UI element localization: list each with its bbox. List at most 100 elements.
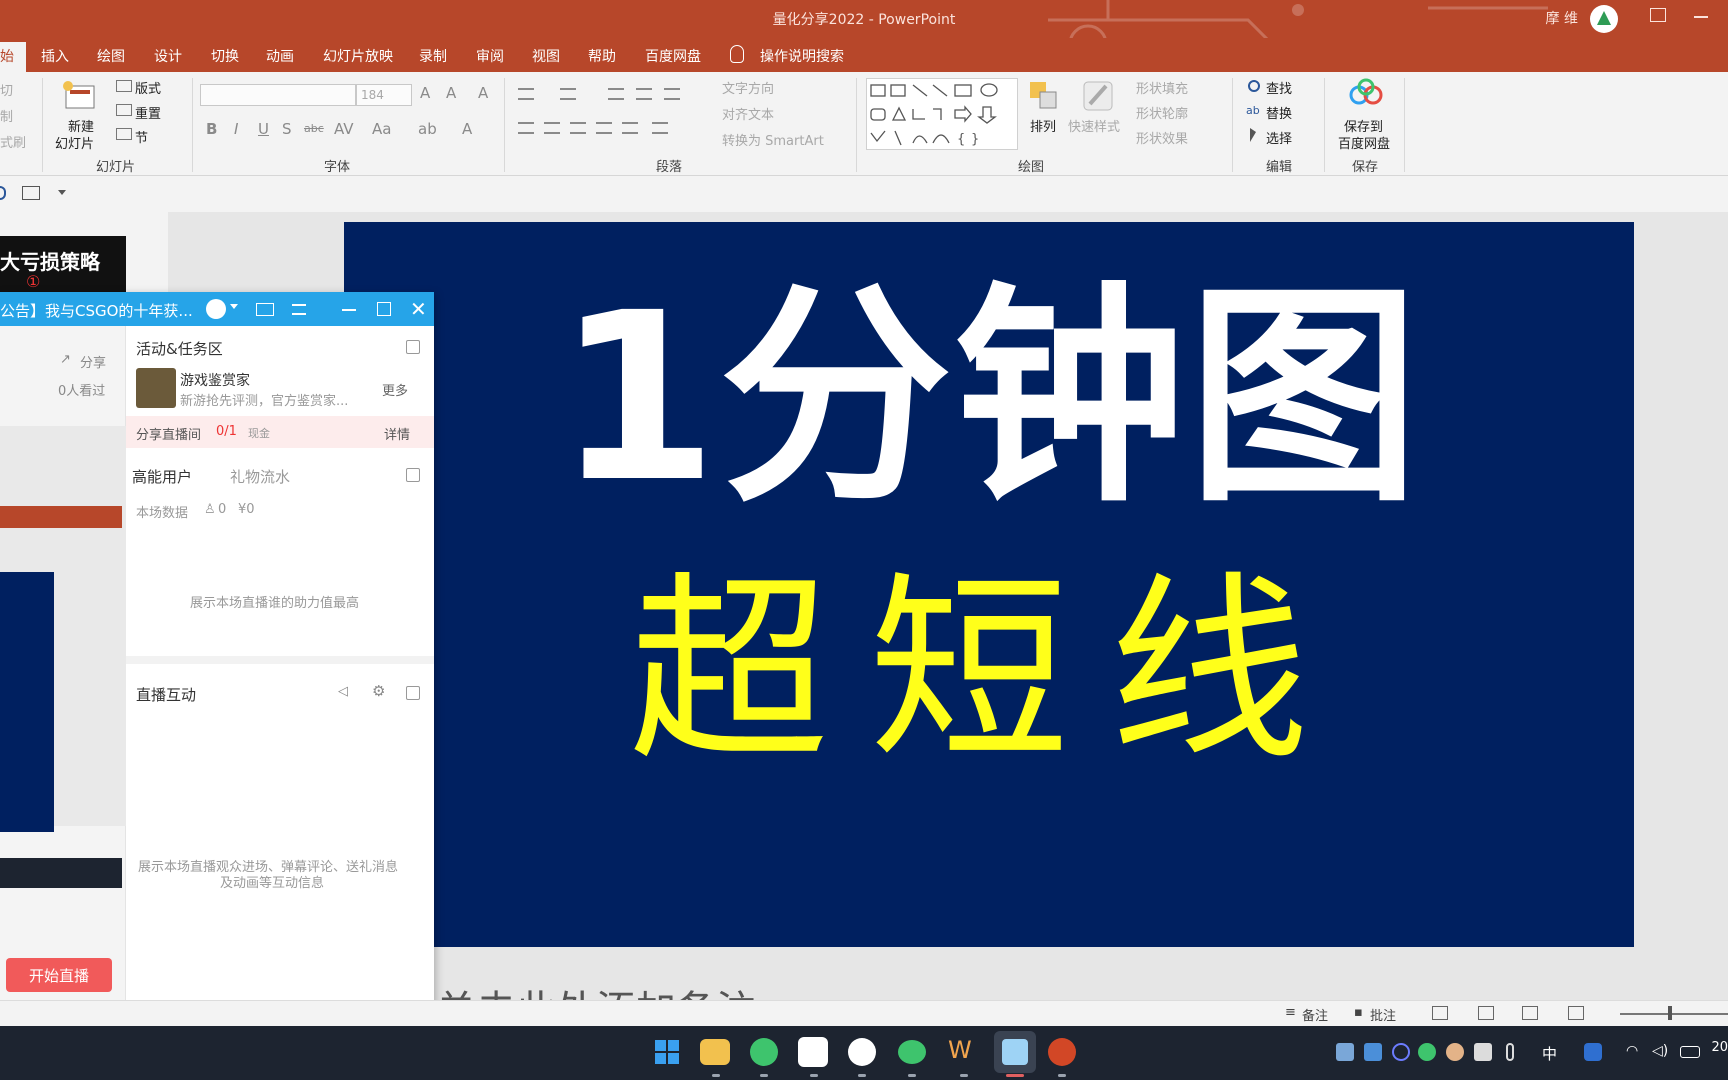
browser-icon[interactable] <box>750 1038 778 1066</box>
grow-font-icon[interactable]: A <box>420 84 430 102</box>
slide-subheadline[interactable]: 超短线 <box>344 572 1634 772</box>
select-button[interactable]: 选择 <box>1266 128 1292 147</box>
volume-icon[interactable]: ◁) <box>1652 1043 1668 1059</box>
shrink-font-icon[interactable]: A <box>446 84 456 102</box>
ime-indicator[interactable]: 中 <box>1542 1043 1557 1064</box>
maximize-icon[interactable] <box>377 302 391 316</box>
tab-slideshow[interactable]: 幻灯片放映 <box>323 46 393 66</box>
decrease-indent-icon[interactable] <box>608 88 624 100</box>
live-stream-app-icon[interactable] <box>994 1031 1036 1073</box>
tray-app-icon[interactable] <box>1336 1043 1354 1061</box>
justify-icon[interactable] <box>596 122 612 134</box>
tab-transitions[interactable]: 切换 <box>211 46 239 66</box>
normal-view-icon[interactable] <box>1432 1006 1448 1020</box>
bold-icon[interactable]: B <box>206 120 217 138</box>
slide-headline[interactable]: 1分钟图 <box>344 282 1634 514</box>
popout-icon[interactable] <box>406 340 420 354</box>
settings-icon[interactable]: ⚙ <box>372 682 385 700</box>
arrange-button[interactable]: 排列 <box>1030 116 1056 135</box>
share-room-bar[interactable]: 分享直播间 0/1 现金 详情 <box>126 416 434 448</box>
wifi-icon[interactable]: ◠ <box>1626 1043 1638 1059</box>
convert-smartart-button[interactable]: 转换为 SmartArt <box>722 130 824 149</box>
slideshow-view-icon[interactable] <box>1568 1006 1584 1020</box>
line-spacing-icon[interactable] <box>664 88 680 100</box>
find-button[interactable]: 查找 <box>1266 78 1292 97</box>
change-case-icon[interactable]: Aa <box>372 120 391 138</box>
comments-button[interactable]: 批注 <box>1370 1005 1396 1024</box>
comments-icon[interactable]: ▪ <box>1354 1005 1363 1020</box>
minimize-icon[interactable] <box>342 309 356 311</box>
wps-icon[interactable]: W <box>948 1036 982 1070</box>
game-name[interactable]: 游戏鉴赏家 <box>180 370 250 390</box>
shapes-gallery[interactable]: {} <box>866 78 1018 150</box>
section-button[interactable]: 节 <box>135 127 148 146</box>
wechat-icon[interactable] <box>898 1040 926 1064</box>
microphone-icon[interactable] <box>1506 1043 1514 1061</box>
user-name[interactable]: 摩 维 <box>1546 8 1578 28</box>
tray-app-icon[interactable] <box>1364 1043 1382 1061</box>
numbering-icon[interactable] <box>560 88 576 100</box>
share-icon[interactable]: ↗ <box>60 352 71 367</box>
tab-insert[interactable]: 插入 <box>41 46 69 66</box>
tab-draw[interactable]: 绘图 <box>97 46 125 66</box>
menu-icon[interactable] <box>292 304 306 315</box>
underline-icon[interactable]: U <box>258 120 269 138</box>
mute-icon[interactable]: ◁ <box>338 684 348 699</box>
game-thumbnail[interactable] <box>136 368 176 408</box>
present-from-start-icon[interactable] <box>22 186 40 200</box>
tab-view[interactable]: 视图 <box>532 46 560 66</box>
font-size-combo[interactable]: 184 <box>356 84 412 106</box>
customize-qat-icon[interactable] <box>58 190 66 195</box>
ribbon-display-options-icon[interactable] <box>1650 8 1666 22</box>
italic-icon[interactable]: I <box>234 120 238 138</box>
notes-placeholder[interactable]: 单击此处添加备注 <box>436 978 756 1002</box>
windows-start-icon[interactable] <box>650 1035 684 1069</box>
align-text-button[interactable]: 对齐文本 <box>722 104 774 123</box>
tray-app-icon[interactable] <box>1392 1043 1410 1061</box>
tell-me-search[interactable]: 操作说明搜索 <box>760 46 844 66</box>
clear-format-icon[interactable]: A <box>478 84 488 102</box>
tab-high-energy-users[interactable]: 高能用户 <box>132 466 192 487</box>
columns-icon[interactable] <box>622 122 638 134</box>
font-name-combo[interactable] <box>200 84 356 106</box>
tab-record[interactable]: 录制 <box>419 46 447 66</box>
notes-icon[interactable]: ≡ <box>1285 1005 1296 1020</box>
clock[interactable]: 20 <box>1711 1040 1728 1055</box>
reading-view-icon[interactable] <box>1522 1006 1538 1020</box>
powerpoint-icon[interactable] <box>1048 1038 1076 1066</box>
slide-sorter-icon[interactable] <box>1478 1006 1494 1020</box>
chevron-down-icon[interactable] <box>230 304 238 309</box>
minimize-icon[interactable] <box>1694 16 1708 18</box>
align-right-icon[interactable] <box>570 122 586 134</box>
tab-help[interactable]: 帮助 <box>588 46 616 66</box>
cut-button[interactable]: 切 <box>0 80 13 99</box>
popout-icon[interactable] <box>406 686 420 700</box>
share-button[interactable]: 分享 <box>80 352 106 371</box>
shadow-icon[interactable]: S <box>282 120 292 138</box>
zoom-thumb[interactable] <box>1668 1006 1672 1020</box>
save-netdisk-label-2[interactable]: 百度网盘 <box>1338 133 1390 152</box>
quick-styles-button[interactable]: 快速样式 <box>1068 116 1120 135</box>
baidu-netdisk-icon[interactable] <box>798 1037 828 1067</box>
tab-design[interactable]: 设计 <box>154 46 182 66</box>
paragraph-border-icon[interactable] <box>652 122 668 134</box>
tray-app-icon[interactable] <box>1474 1043 1492 1061</box>
align-left-icon[interactable] <box>518 122 534 134</box>
slide-thumbnail[interactable]: 大亏损策略 ① <box>0 236 126 298</box>
file-explorer-icon[interactable] <box>700 1039 730 1065</box>
more-link[interactable]: 更多 <box>382 380 408 399</box>
notes-button[interactable]: 备注 <box>1302 1005 1328 1024</box>
align-center-icon[interactable] <box>544 122 560 134</box>
battery-icon[interactable] <box>1680 1046 1700 1058</box>
tray-wechat-icon[interactable] <box>1418 1043 1436 1061</box>
font-color-icon[interactable]: A <box>462 120 472 138</box>
tencent-meeting-icon[interactable] <box>848 1038 876 1066</box>
shape-outline-button[interactable]: 形状轮廓 <box>1136 103 1188 122</box>
zoom-slider[interactable] <box>1620 1013 1728 1015</box>
tab-baidu-netdisk[interactable]: 百度网盘 <box>645 46 701 66</box>
popout-icon[interactable] <box>406 468 420 482</box>
tray-app-icon[interactable] <box>1446 1043 1464 1061</box>
redo-icon[interactable] <box>0 186 6 200</box>
strikethrough-icon[interactable]: abc <box>304 122 324 135</box>
reset-button[interactable]: 重置 <box>135 103 161 122</box>
